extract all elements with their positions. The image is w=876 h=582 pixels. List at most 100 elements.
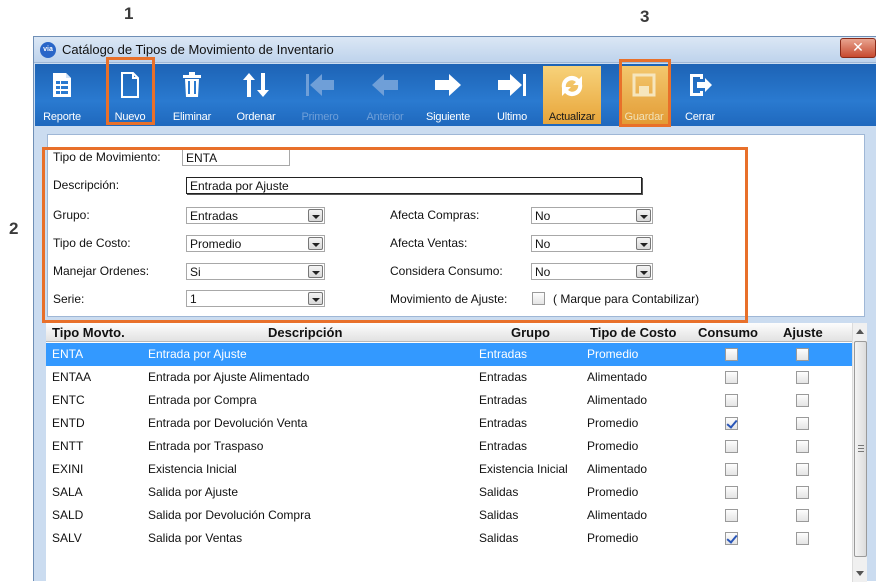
highlight-new-button — [106, 57, 155, 125]
header-ajuste[interactable]: Ajuste — [783, 325, 823, 340]
cell-tipo: SALD — [52, 508, 84, 522]
first-button[interactable]: Primero — [292, 66, 348, 124]
cell-tipo: ENTC — [52, 393, 85, 407]
cell-tipo-costo: Alimentado — [587, 508, 648, 522]
vertical-scrollbar[interactable] — [852, 323, 867, 582]
highlight-save-button — [619, 59, 671, 127]
cell-tipo-costo: Promedio — [587, 531, 639, 545]
consumo-checkbox[interactable] — [725, 532, 738, 545]
catalog-window: via Catálogo de Tipos de Movimiento de I… — [33, 36, 876, 582]
cell-descripcion: Entrada por Ajuste — [148, 347, 247, 361]
window-title: Catálogo de Tipos de Movimiento de Inven… — [62, 42, 334, 57]
grid-header: Tipo Movto. Descripción Grupo Tipo de Co… — [46, 323, 852, 342]
cell-descripcion: Entrada por Compra — [148, 393, 257, 407]
first-label: Primero — [301, 111, 339, 123]
cell-tipo-costo: Promedio — [587, 439, 639, 453]
consumo-checkbox[interactable] — [725, 463, 738, 476]
next-button[interactable]: Siguiente — [419, 66, 477, 124]
delete-label: Eliminar — [172, 111, 212, 123]
scroll-thumb[interactable] — [854, 341, 867, 557]
ajuste-checkbox[interactable] — [796, 486, 809, 499]
toolbar: Reporte Nuevo Eliminar Ordenar Primero A… — [35, 64, 876, 126]
report-button[interactable]: Reporte — [39, 66, 85, 124]
table-row[interactable]: ENTA Entrada por Ajuste Entradas Promedio — [46, 343, 852, 366]
cell-tipo: ENTD — [52, 416, 85, 430]
header-consumo[interactable]: Consumo — [698, 325, 758, 340]
ajuste-checkbox[interactable] — [796, 394, 809, 407]
consumo-checkbox[interactable] — [725, 371, 738, 384]
next-label: Siguiente — [425, 111, 471, 123]
header-descripcion[interactable]: Descripción — [268, 325, 342, 340]
cell-tipo: SALA — [52, 485, 83, 499]
cell-grupo: Entradas — [479, 416, 528, 430]
consumo-checkbox[interactable] — [725, 486, 738, 499]
first-record-icon — [306, 74, 334, 96]
ajuste-checkbox[interactable] — [796, 440, 809, 453]
consumo-checkbox[interactable] — [725, 440, 738, 453]
previous-button[interactable]: Anterior — [357, 66, 413, 124]
ajuste-checkbox[interactable] — [796, 417, 809, 430]
table-row[interactable]: SALV Salida por Ventas Salidas Promedio — [46, 527, 852, 550]
report-icon — [53, 73, 71, 97]
close-button[interactable]: Cerrar — [675, 66, 725, 124]
ajuste-checkbox[interactable] — [796, 371, 809, 384]
cell-descripcion: Entrada por Devolución Venta — [148, 416, 308, 430]
last-record-icon — [498, 74, 526, 96]
cell-tipo: ENTT — [52, 439, 84, 453]
cell-descripcion: Salida por Devolución Compra — [148, 508, 311, 522]
cell-tipo-costo: Alimentado — [587, 370, 648, 384]
table-row[interactable]: ENTC Entrada por Compra Entradas Alimentado — [46, 389, 852, 412]
table-row[interactable]: SALA Salida por Ajuste Salidas Promedio — [46, 481, 852, 504]
table-row[interactable]: ENTAA Entrada por Ajuste Alimentado Entrad… — [46, 366, 852, 389]
cell-tipo: SALV — [52, 531, 82, 545]
cell-grupo: Salidas — [479, 531, 519, 545]
last-label: Ultimo — [497, 111, 527, 123]
header-tipo-movto[interactable]: Tipo Movto. — [52, 325, 125, 340]
annotation-2: 2 — [9, 219, 19, 238]
ajuste-checkbox[interactable] — [796, 532, 809, 545]
cell-grupo: Salidas — [479, 508, 519, 522]
refresh-button[interactable]: Actualizar — [543, 66, 601, 124]
grip-line — [858, 451, 864, 452]
table-row[interactable]: SALD Salida por Devolución Compra Salidas A… — [46, 504, 852, 527]
previous-label: Anterior — [366, 111, 404, 123]
refresh-icon — [561, 75, 583, 97]
cell-descripcion: Entrada por Traspaso — [148, 439, 264, 453]
cell-tipo-costo: Promedio — [587, 416, 639, 430]
cell-grupo: Entradas — [479, 347, 528, 361]
previous-arrow-icon — [372, 74, 398, 96]
scroll-up-icon[interactable] — [856, 329, 864, 334]
ajuste-checkbox[interactable] — [796, 348, 809, 361]
close-window-button[interactable]: ✕ — [840, 38, 876, 58]
cell-grupo: Existencia Inicial — [479, 462, 568, 476]
cell-grupo: Salidas — [479, 485, 519, 499]
report-label: Reporte — [43, 111, 81, 123]
header-tipo-costo[interactable]: Tipo de Costo — [590, 325, 676, 340]
ajuste-checkbox[interactable] — [796, 463, 809, 476]
cell-descripcion: Entrada por Ajuste Alimentado — [148, 370, 310, 384]
consumo-checkbox[interactable] — [725, 417, 738, 430]
cell-descripcion: Salida por Ventas — [148, 531, 243, 545]
table-row[interactable]: EXINI Existencia Inicial Existencia Inicia… — [46, 458, 852, 481]
table-row[interactable]: ENTD Entrada por Devolución Venta Entradas… — [46, 412, 852, 435]
consumo-checkbox[interactable] — [725, 348, 738, 361]
cell-tipo: ENTAA — [52, 370, 92, 384]
ajuste-checkbox[interactable] — [796, 509, 809, 522]
consumo-checkbox[interactable] — [725, 394, 738, 407]
cell-descripcion: Existencia Inicial — [148, 462, 237, 476]
cell-grupo: Entradas — [479, 393, 528, 407]
consumo-checkbox[interactable] — [725, 509, 738, 522]
scroll-down-icon[interactable] — [856, 571, 864, 576]
highlight-form — [42, 147, 748, 323]
close-label: Cerrar — [685, 111, 715, 123]
table-row[interactable]: ENTT Entrada por Traspaso Entradas Promedio — [46, 435, 852, 458]
cell-grupo: Entradas — [479, 439, 528, 453]
cell-grupo: Entradas — [479, 370, 528, 384]
sort-button[interactable]: Ordenar — [230, 66, 282, 124]
delete-button[interactable]: Eliminar — [166, 66, 218, 124]
exit-icon — [690, 74, 712, 96]
last-button[interactable]: Ultimo — [487, 66, 537, 124]
cell-tipo: EXINI — [52, 462, 84, 476]
header-grupo[interactable]: Grupo — [511, 325, 550, 340]
next-arrow-icon — [435, 74, 461, 96]
